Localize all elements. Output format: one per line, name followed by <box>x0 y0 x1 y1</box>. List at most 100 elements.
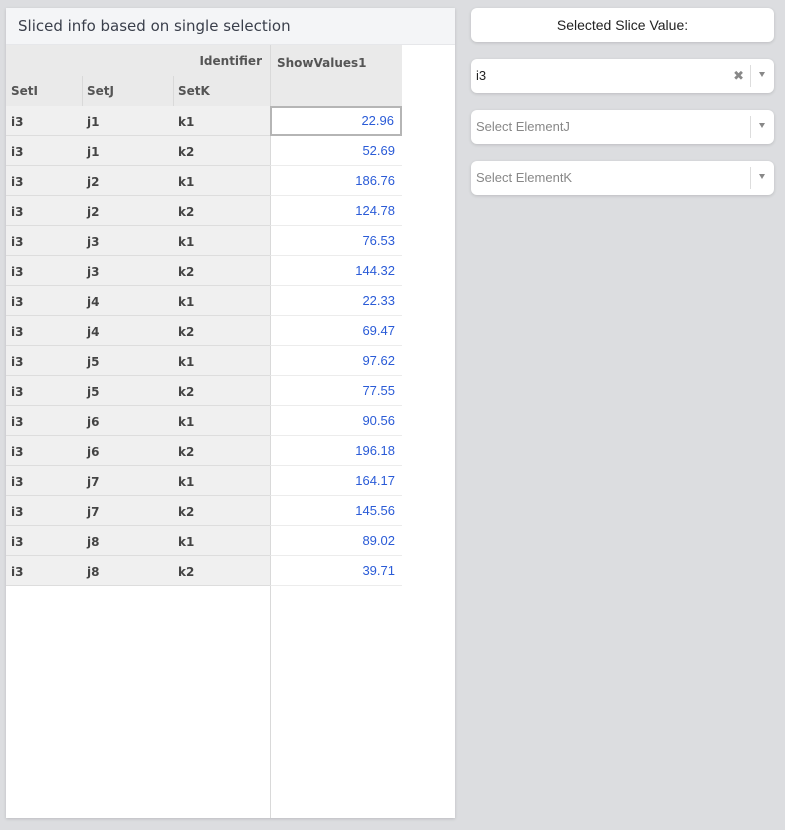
table-row: i3 j5 k1 97.62 <box>6 346 402 376</box>
table-row: i3 j6 k1 90.56 <box>6 406 402 436</box>
row-label-seti: i3 <box>11 115 24 129</box>
value-cell[interactable]: 196.18 <box>270 436 402 466</box>
row-label-setk: k2 <box>178 565 195 579</box>
column-divider[interactable] <box>173 76 174 106</box>
value-cell[interactable]: 69.47 <box>270 316 402 346</box>
value-cell[interactable]: 22.33 <box>270 286 402 316</box>
row-label-setk: k1 <box>178 535 195 549</box>
identifier-label: Identifier <box>199 54 262 68</box>
row-label-block <box>6 286 270 316</box>
select-element-i[interactable]: i3 ✖ <box>471 59 774 93</box>
row-label-block <box>6 406 270 436</box>
select-element-j[interactable]: Select ElementJ <box>471 110 774 144</box>
table-row: i3 j1 k1 22.96 <box>6 106 402 136</box>
column-header-setj[interactable]: SetJ <box>87 84 114 98</box>
row-label-setj: j1 <box>87 145 100 159</box>
row-label-block <box>6 256 270 286</box>
select-separator <box>750 65 751 87</box>
select-separator <box>750 167 751 189</box>
selected-slice-title: Selected Slice Value: <box>471 8 774 42</box>
chevron-down-icon[interactable] <box>759 123 765 128</box>
row-label-seti: i3 <box>11 475 24 489</box>
row-label-setk: k2 <box>178 205 195 219</box>
column-header-setk[interactable]: SetK <box>178 84 210 98</box>
value-cell[interactable]: 145.56 <box>270 496 402 526</box>
row-label-setj: j4 <box>87 295 100 309</box>
row-label-setk: k1 <box>178 295 195 309</box>
row-label-setj: j5 <box>87 385 100 399</box>
table-row: i3 j5 k2 77.55 <box>6 376 402 406</box>
row-label-seti: i3 <box>11 205 24 219</box>
select-separator <box>750 116 751 138</box>
row-label-block <box>6 196 270 226</box>
chevron-down-icon[interactable] <box>759 174 765 179</box>
select-element-i-value: i3 <box>476 68 487 83</box>
table-row: i3 j2 k2 124.78 <box>6 196 402 226</box>
row-label-block <box>6 166 270 196</box>
table-row: i3 j7 k2 145.56 <box>6 496 402 526</box>
table-row: i3 j8 k1 89.02 <box>6 526 402 556</box>
table-row: i3 j3 k1 76.53 <box>6 226 402 256</box>
chevron-down-icon[interactable] <box>759 72 765 77</box>
column-divider[interactable] <box>82 76 83 106</box>
row-label-setk: k1 <box>178 115 195 129</box>
row-label-seti: i3 <box>11 415 24 429</box>
row-label-seti: i3 <box>11 175 24 189</box>
row-label-seti: i3 <box>11 535 24 549</box>
row-label-block <box>6 106 270 136</box>
value-cell[interactable]: 186.76 <box>270 166 402 196</box>
row-label-setj: j7 <box>87 505 100 519</box>
table-row: i3 j3 k2 144.32 <box>6 256 402 286</box>
row-label-seti: i3 <box>11 355 24 369</box>
value-cell[interactable]: 39.71 <box>270 556 402 586</box>
row-label-block <box>6 556 270 586</box>
row-label-seti: i3 <box>11 565 24 579</box>
table-row: i3 j4 k1 22.33 <box>6 286 402 316</box>
value-cell[interactable]: 76.53 <box>270 226 402 256</box>
row-label-seti: i3 <box>11 325 24 339</box>
row-label-setk: k1 <box>178 175 195 189</box>
row-label-setk: k2 <box>178 385 195 399</box>
table-row: i3 j4 k2 69.47 <box>6 316 402 346</box>
row-label-setj: j3 <box>87 235 100 249</box>
row-label-block <box>6 466 270 496</box>
row-label-setk: k2 <box>178 445 195 459</box>
value-cell[interactable]: 144.32 <box>270 256 402 286</box>
row-label-block <box>6 436 270 466</box>
value-cell[interactable]: 22.96 <box>270 106 402 136</box>
value-column-header[interactable]: ShowValues1 <box>270 45 402 106</box>
value-cell[interactable]: 90.56 <box>270 406 402 436</box>
table-row: i3 j1 k2 52.69 <box>6 136 402 166</box>
row-label-setj: j4 <box>87 325 100 339</box>
row-label-setj: j8 <box>87 535 100 549</box>
row-label-setj: j8 <box>87 565 100 579</box>
value-cell[interactable]: 164.17 <box>270 466 402 496</box>
row-label-setk: k2 <box>178 265 195 279</box>
selected-slice-label: Selected Slice Value: <box>556 17 689 33</box>
table-row: i3 j7 k1 164.17 <box>6 466 402 496</box>
row-label-block <box>6 136 270 166</box>
value-cell[interactable]: 77.55 <box>270 376 402 406</box>
value-cell[interactable]: 89.02 <box>270 526 402 556</box>
value-cell[interactable]: 97.62 <box>270 346 402 376</box>
select-element-k[interactable]: Select ElementK <box>471 161 774 195</box>
row-label-setk: k1 <box>178 415 195 429</box>
row-label-block <box>6 226 270 256</box>
panel-title: Sliced info based on single selection <box>18 17 291 35</box>
row-label-setk: k2 <box>178 325 195 339</box>
pivot-table: Identifier SetI SetJ SetK ShowValues1 i3… <box>6 45 455 818</box>
row-label-seti: i3 <box>11 295 24 309</box>
row-label-block <box>6 376 270 406</box>
row-label-setk: k1 <box>178 355 195 369</box>
panel-header: Sliced info based on single selection <box>6 8 455 45</box>
column-header-seti[interactable]: SetI <box>11 84 38 98</box>
sliced-info-panel: Sliced info based on single selection Id… <box>6 8 455 818</box>
value-cell[interactable]: 52.69 <box>270 136 402 166</box>
row-label-block <box>6 496 270 526</box>
row-label-setk: k2 <box>178 505 195 519</box>
row-label-setj: j7 <box>87 475 100 489</box>
value-cell[interactable]: 124.78 <box>270 196 402 226</box>
row-label-block <box>6 316 270 346</box>
clear-icon[interactable]: ✖ <box>733 68 744 84</box>
row-label-setj: j1 <box>87 115 100 129</box>
